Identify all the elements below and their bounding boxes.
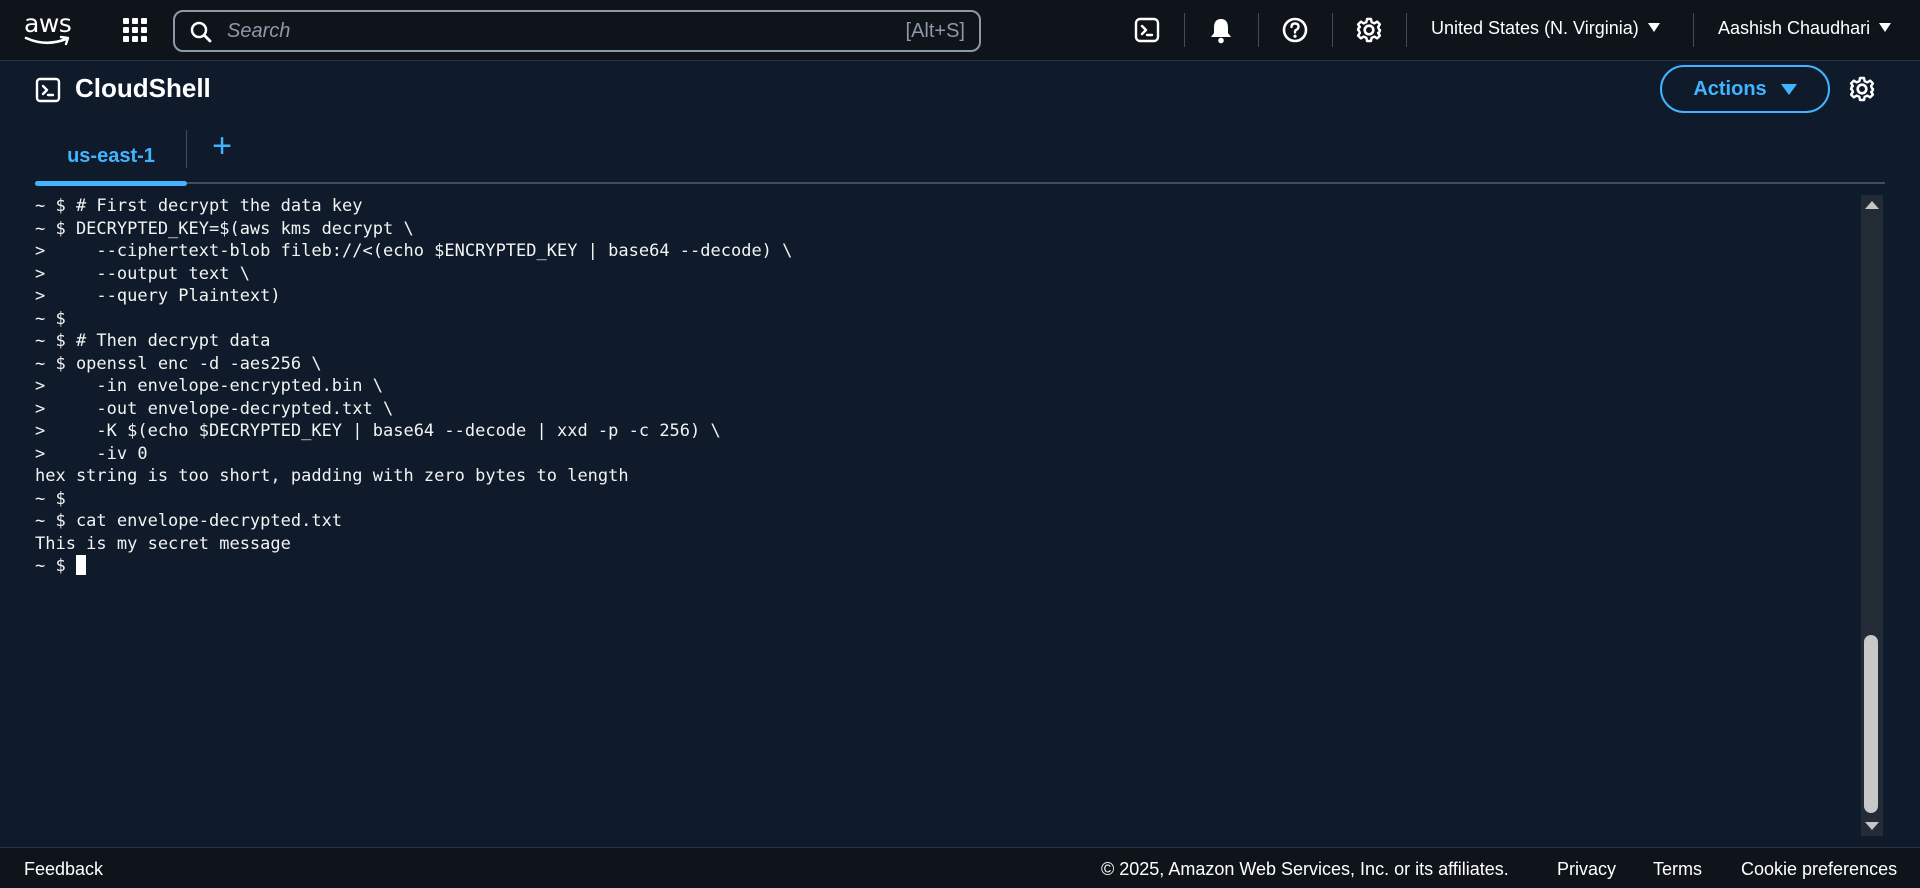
tab-label: us-east-1 xyxy=(67,144,155,167)
terminal-line: ~ $ # First decrypt the data key xyxy=(35,196,363,216)
feedback-link[interactable]: Feedback xyxy=(24,859,103,880)
terminal-prompt: ~ $ xyxy=(35,556,76,576)
aws-logo[interactable]: aws xyxy=(24,9,74,46)
terminal-line: ~ $ xyxy=(35,488,66,509)
terminal-line: ~ $ # Then decrypt data xyxy=(35,331,271,351)
privacy-link[interactable]: Privacy xyxy=(1557,859,1616,880)
scroll-up-arrow-icon[interactable] xyxy=(1865,201,1879,209)
add-tab-button[interactable]: + xyxy=(207,129,237,163)
cookie-preferences-link[interactable]: Cookie preferences xyxy=(1741,859,1897,880)
user-name: Aashish Chaudhari xyxy=(1718,18,1871,38)
nav-divider xyxy=(1406,13,1407,47)
region-selector[interactable]: United States (N. Virginia) xyxy=(1431,18,1660,39)
terminal-output[interactable]: ~ $ # First decrypt the data key ~ $ DECR… xyxy=(35,195,1855,840)
nav-divider xyxy=(1332,13,1333,47)
tab-divider xyxy=(186,130,187,168)
nav-divider xyxy=(1258,13,1259,47)
terminal-icon[interactable] xyxy=(1132,15,1162,45)
search-icon xyxy=(190,21,212,43)
terminal-line: ~ $ cat envelope-decrypted.txt xyxy=(35,511,343,531)
region-label: United States (N. Virginia) xyxy=(1431,18,1639,38)
actions-label: Actions xyxy=(1693,77,1767,100)
active-tab-indicator xyxy=(35,181,187,186)
terminal-line: > --output text \ xyxy=(35,263,250,284)
search-input[interactable] xyxy=(227,18,827,44)
terminal-scrollbar[interactable] xyxy=(1861,195,1883,836)
nav-divider xyxy=(1693,13,1694,47)
cloudshell-header: CloudShell Actions xyxy=(0,61,1920,119)
terminal-line: hex string is too short, padding with ze… xyxy=(35,466,629,486)
terminal-line: > -iv 0 xyxy=(35,443,148,464)
scroll-down-arrow-icon[interactable] xyxy=(1865,822,1879,830)
terminal-line: > --ciphertext-blob fileb://<(echo $ENCR… xyxy=(35,241,793,261)
scroll-thumb[interactable] xyxy=(1864,635,1878,813)
tab-us-east-1[interactable]: us-east-1 xyxy=(35,128,187,186)
terminal-line: > -in envelope-encrypted.bin \ xyxy=(35,376,383,396)
terminal-icon xyxy=(35,77,61,103)
footer: Feedback © 2025, Amazon Web Services, In… xyxy=(0,847,1920,888)
actions-button[interactable]: Actions xyxy=(1660,65,1830,113)
aws-logo-text: aws xyxy=(24,9,72,38)
terminal-line: This is my secret message xyxy=(35,533,291,554)
grid-icon[interactable] xyxy=(123,18,147,42)
caret-down-icon xyxy=(1879,23,1892,32)
bell-icon[interactable] xyxy=(1206,15,1236,45)
terminal-line: > -K $(echo $DECRYPTED_KEY | base64 --de… xyxy=(35,421,721,441)
terms-link[interactable]: Terms xyxy=(1653,859,1702,880)
top-navigation: aws [Alt+S] xyxy=(0,0,1920,61)
aws-smile-icon xyxy=(24,35,70,46)
nav-divider xyxy=(1184,13,1185,47)
page-title: CloudShell xyxy=(75,73,211,103)
terminal-prompt-line[interactable]: ~ $ xyxy=(35,555,1855,578)
gear-icon[interactable] xyxy=(1848,75,1876,103)
terminal-line: > -out envelope-decrypted.txt \ xyxy=(35,398,394,419)
copyright-text: © 2025, Amazon Web Services, Inc. or its… xyxy=(1101,859,1509,879)
session-tabs: us-east-1 + xyxy=(35,128,1885,186)
terminal-line: ~ $ xyxy=(35,308,66,329)
terminal-line: ~ $ openssl enc -d -aes256 \ xyxy=(35,353,322,374)
terminal-line: > --query Plaintext) xyxy=(35,286,281,306)
help-icon[interactable] xyxy=(1280,15,1310,45)
search-bar: [Alt+S] xyxy=(173,10,981,52)
caret-down-icon xyxy=(1780,83,1797,95)
terminal-line: ~ $ DECRYPTED_KEY=$(aws kms decrypt \ xyxy=(35,218,414,239)
caret-down-icon xyxy=(1647,23,1660,32)
terminal-cursor xyxy=(75,555,86,575)
search-shortcut: [Alt+S] xyxy=(905,20,965,42)
gear-icon[interactable] xyxy=(1354,15,1384,45)
user-menu[interactable]: Aashish Chaudhari xyxy=(1718,18,1892,39)
